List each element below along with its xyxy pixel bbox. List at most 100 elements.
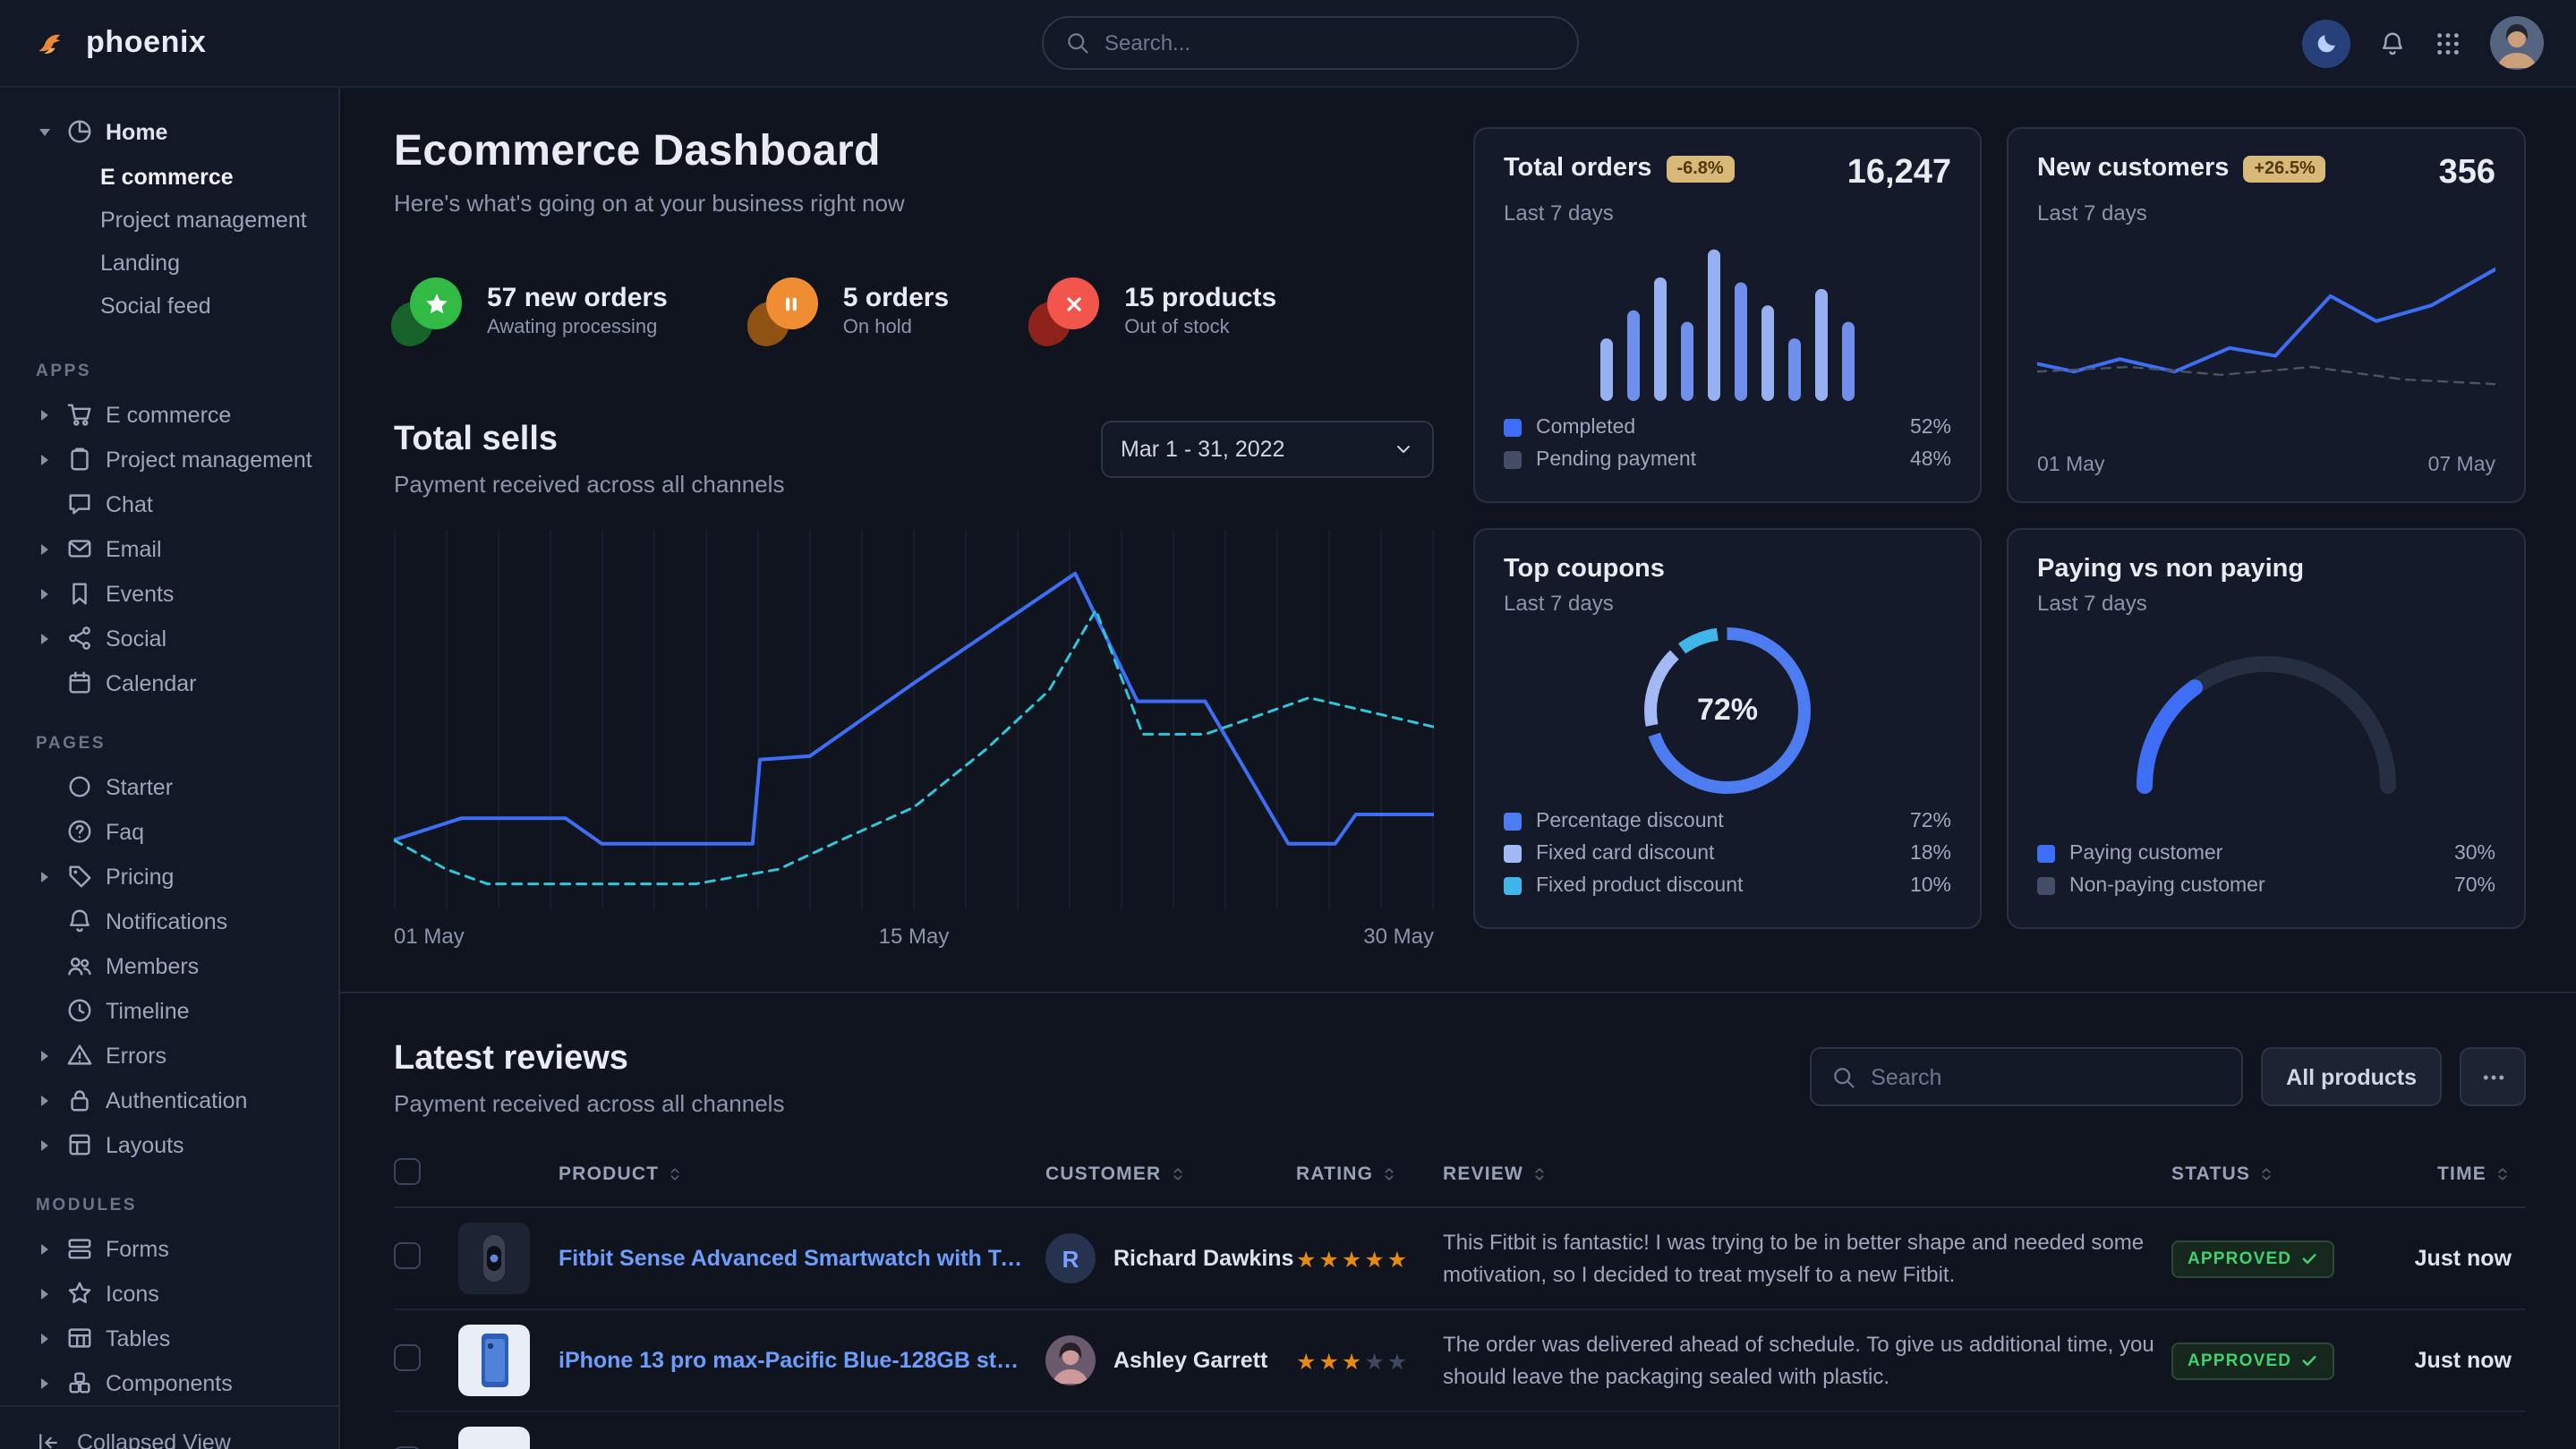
star-icon [423, 291, 448, 316]
star-icon: ★ [1342, 1349, 1364, 1374]
select-all-checkbox[interactable] [394, 1158, 421, 1185]
legend-swatch [1504, 451, 1522, 469]
column-header-time[interactable]: TIME [2383, 1142, 2526, 1207]
card-period: Last 7 days [1504, 200, 1951, 226]
top-navbar: phoenix [0, 0, 2576, 88]
row-checkbox[interactable] [394, 1344, 421, 1371]
star-icon: ★ [1318, 1247, 1341, 1272]
sidebar-item-pricing[interactable]: Pricing [0, 854, 338, 899]
column-header-rating[interactable]: RATING [1296, 1142, 1443, 1207]
sidebar-item-errors[interactable]: Errors [0, 1033, 338, 1078]
notifications-button[interactable] [2379, 30, 2406, 56]
product-thumbnail[interactable] [458, 1223, 530, 1294]
customer-name: Richard Dawkins [1113, 1246, 1293, 1271]
stat-value: 57 new orders [487, 282, 668, 312]
more-options-button[interactable] [2460, 1047, 2526, 1106]
caret-right-icon [41, 543, 48, 554]
stat-caption: On hold [843, 316, 949, 337]
row-checkbox[interactable] [394, 1242, 421, 1269]
home-icon [66, 118, 93, 145]
app-launcher-button[interactable] [2435, 30, 2461, 56]
product-thumbnail[interactable] [458, 1427, 530, 1449]
customer-avatar[interactable] [1045, 1335, 1096, 1385]
sidebar-item-authentication[interactable]: Authentication [0, 1078, 338, 1122]
user-avatar[interactable] [2490, 16, 2544, 70]
latest-reviews-section: Latest reviews Payment received across a… [394, 993, 2526, 1449]
sidebar-item-project-management-app[interactable]: Project management [0, 437, 338, 482]
legend-swatch [2037, 877, 2055, 895]
date-range-select[interactable]: Mar 1 - 31, 2022 [1101, 421, 1434, 478]
search-input[interactable] [1105, 30, 1556, 55]
sidebar-item-label: Home [106, 119, 167, 144]
product-link[interactable]: iPhone 13 pro max-Pacific Blue-128GB sto… [559, 1348, 1031, 1373]
sidebar-item-calendar[interactable]: Calendar [0, 661, 338, 705]
reviews-search[interactable] [1810, 1047, 2243, 1106]
theme-toggle-button[interactable] [2302, 19, 2350, 67]
sidebar-item-forms[interactable]: Forms [0, 1226, 338, 1271]
legend-item: Non-paying customer 70% [2037, 870, 2495, 902]
sidebar-item-layouts[interactable]: Layouts [0, 1122, 338, 1167]
product-thumbnail[interactable] [458, 1325, 530, 1396]
donut-center-label: 72% [1642, 625, 1813, 797]
review-text: This Fitbit is fantastic! I was trying t… [1443, 1226, 2157, 1291]
collapsed-view-toggle[interactable]: Collapsed View [0, 1405, 338, 1449]
sidebar-item-chat[interactable]: Chat [0, 482, 338, 526]
warning-icon [66, 1042, 93, 1069]
star-rating: ★★★★★ [1296, 1349, 1410, 1374]
x-axis-label: 15 May [879, 924, 950, 949]
stat-value: 5 orders [843, 282, 949, 312]
sidebar-item-notifications[interactable]: Notifications [0, 899, 338, 943]
card-period: Last 7 days [2037, 200, 2495, 226]
sidebar-item-tables[interactable]: Tables [0, 1316, 338, 1360]
sidebar-item-social-feed[interactable]: Social feed [0, 285, 338, 328]
reviews-title: Latest reviews [394, 1040, 784, 1079]
caret-right-icon [41, 454, 48, 465]
clipboard-icon [66, 446, 93, 473]
sidebar-item-e-commerce-app[interactable]: E commerce [0, 392, 338, 437]
sidebar-item-project-management-dashboard[interactable]: Project management [0, 199, 338, 242]
product-link[interactable]: Fitbit Sense Advanced Smartwatch with To… [559, 1246, 1031, 1271]
page-title: Ecommerce Dashboard [394, 127, 1434, 177]
legend-swatch [1504, 419, 1522, 437]
paying-vs-non-paying-card: Paying vs non paying Last 7 days Paying … [2007, 528, 2526, 929]
sidebar-item-members[interactable]: Members [0, 943, 338, 988]
sidebar-item-faq[interactable]: Faq [0, 809, 338, 854]
customer-avatar[interactable]: R [1045, 1233, 1096, 1283]
sidebar-item-timeline[interactable]: Timeline [0, 988, 338, 1033]
moon-icon [2314, 30, 2339, 55]
reviews-search-input[interactable] [1871, 1064, 2222, 1089]
star-icon: ★ [1342, 1247, 1364, 1272]
sidebar-item-starter[interactable]: Starter [0, 764, 338, 809]
star-icon: ★ [1364, 1247, 1386, 1272]
all-products-filter-button[interactable]: All products [2261, 1047, 2442, 1106]
bell-icon [66, 908, 93, 934]
sidebar-item-events[interactable]: Events [0, 571, 338, 616]
sidebar-item-home[interactable]: Home [0, 109, 338, 154]
sidebar-section-pages: PAGES [0, 705, 338, 764]
brand[interactable]: phoenix [32, 23, 319, 63]
caret-right-icon [41, 633, 48, 644]
caret-right-icon [41, 1243, 48, 1254]
column-header-product[interactable]: PRODUCT [559, 1142, 1045, 1207]
sidebar-item-social[interactable]: Social [0, 616, 338, 661]
phoenix-logo-icon [32, 23, 72, 63]
chat-icon [66, 490, 93, 517]
sidebar-section-apps: APPS [0, 333, 338, 392]
sidebar-item-e-commerce-dashboard[interactable]: E commerce [0, 156, 338, 199]
global-search[interactable] [1042, 16, 1579, 70]
card-title: Top coupons [1504, 555, 1665, 584]
column-header-review[interactable]: REVIEW [1443, 1142, 2171, 1207]
column-header-customer[interactable]: CUSTOMER [1045, 1142, 1296, 1207]
sidebar-item-icons[interactable]: Icons [0, 1271, 338, 1316]
sidebar-item-landing[interactable]: Landing [0, 242, 338, 285]
legend-swatch [1504, 845, 1522, 863]
sidebar-item-components[interactable]: Components [0, 1360, 338, 1405]
ellipsis-icon [2480, 1064, 2505, 1089]
column-header-status[interactable]: STATUS [2171, 1142, 2383, 1207]
bell-icon [2379, 30, 2406, 56]
x-axis-label: 07 May [2428, 455, 2495, 476]
legend-item: Pending payment 48% [1504, 444, 1951, 476]
sort-icon [2257, 1165, 2275, 1183]
sidebar-item-email[interactable]: Email [0, 526, 338, 571]
table-row: Fitbit Sense Advanced Smartwatch with To… [394, 1207, 2526, 1309]
